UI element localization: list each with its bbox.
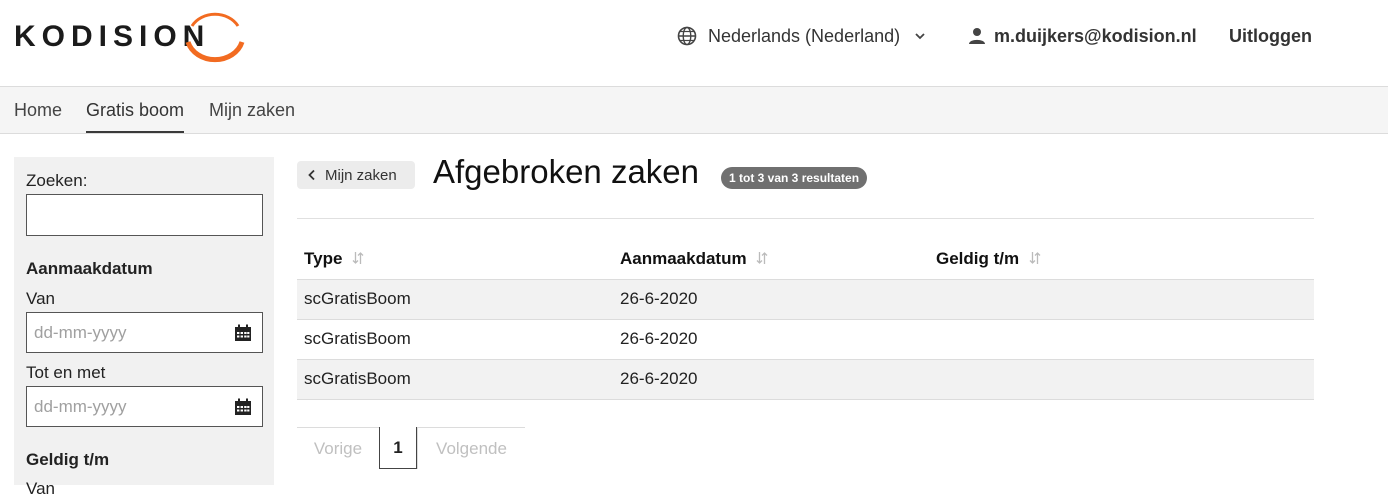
cell-created-date: 26-6-2020 bbox=[613, 279, 929, 320]
column-header-created-date[interactable]: Aanmaakdatum bbox=[613, 239, 929, 280]
cell-created-date: 26-6-2020 bbox=[613, 319, 929, 360]
cell-created-date: 26-6-2020 bbox=[613, 359, 929, 400]
column-header-label: Aanmaakdatum bbox=[620, 248, 747, 268]
language-label: Nederlands (Nederland) bbox=[708, 25, 901, 46]
logout-link[interactable]: Uitloggen bbox=[1229, 22, 1312, 50]
kodision-logo[interactable]: KODISION bbox=[14, 4, 254, 66]
table-header-row: Type Aanmaakdatum Geldig t/m bbox=[297, 239, 1314, 280]
created-to-label: Tot en met bbox=[26, 363, 106, 382]
cell-valid-until bbox=[929, 359, 1314, 400]
main-nav: Home Gratis boom Mijn zaken bbox=[0, 86, 1388, 134]
back-to-my-cases-button[interactable]: Mijn zaken bbox=[297, 161, 415, 189]
valid-until-heading: Geldig t/m bbox=[26, 450, 110, 469]
nav-item-home[interactable]: Home bbox=[14, 87, 62, 133]
cell-valid-until bbox=[929, 279, 1314, 320]
logo-text: KODISION bbox=[14, 20, 211, 53]
page-title: Afgebroken zaken bbox=[433, 153, 700, 190]
logo-ring-icon bbox=[185, 12, 245, 63]
cell-valid-until bbox=[929, 319, 1314, 360]
sort-icon[interactable] bbox=[352, 251, 364, 265]
table-row[interactable]: scGratisBoom 26-6-2020 bbox=[297, 359, 1314, 400]
cell-type: scGratisBoom bbox=[297, 279, 613, 320]
column-header-label: Type bbox=[304, 248, 343, 268]
next-page-button[interactable]: Volgende bbox=[417, 427, 525, 469]
created-from-label: Van bbox=[26, 289, 55, 308]
user-email: m.duijkers@kodision.nl bbox=[994, 25, 1197, 46]
back-button-label: Mijn zaken bbox=[325, 166, 397, 184]
chevron-left-icon bbox=[308, 169, 315, 181]
title-divider bbox=[297, 218, 1314, 219]
results-table: Type Aanmaakdatum Geldig t/m scGratisBoo… bbox=[297, 239, 1314, 400]
valid-from-label: Van bbox=[26, 479, 55, 498]
created-from-date-input[interactable]: dd-mm-yyyy bbox=[26, 312, 263, 353]
user-icon bbox=[969, 28, 985, 44]
filter-sidebar: Zoeken: Aanmaakdatum Van dd-mm-yyyy Tot … bbox=[14, 157, 274, 498]
column-header-type[interactable]: Type bbox=[297, 239, 613, 280]
page-number-button[interactable]: 1 bbox=[379, 427, 417, 469]
language-selector[interactable]: Nederlands (Nederland) bbox=[677, 22, 926, 50]
table-row[interactable]: scGratisBoom 26-6-2020 bbox=[297, 279, 1314, 320]
column-header-label: Geldig t/m bbox=[936, 248, 1020, 268]
result-count-badge: 1 tot 3 van 3 resultaten bbox=[721, 167, 868, 189]
globe-icon bbox=[677, 26, 697, 46]
date-placeholder: dd-mm-yyyy bbox=[34, 323, 127, 342]
sort-icon[interactable] bbox=[1029, 251, 1041, 265]
user-account[interactable]: m.duijkers@kodision.nl bbox=[968, 22, 1197, 50]
search-label: Zoeken: bbox=[26, 171, 88, 190]
created-to-date-input[interactable]: dd-mm-yyyy bbox=[26, 386, 263, 427]
search-input[interactable] bbox=[26, 194, 263, 236]
nav-item-mijn-zaken[interactable]: Mijn zaken bbox=[209, 87, 295, 133]
top-header: KODISION Nederlands (Nederland) m.duijke… bbox=[0, 0, 1388, 86]
column-header-valid-until[interactable]: Geldig t/m bbox=[929, 239, 1314, 280]
chevron-down-icon bbox=[915, 33, 925, 40]
created-date-heading: Aanmaakdatum bbox=[26, 259, 153, 278]
date-placeholder: dd-mm-yyyy bbox=[34, 397, 127, 416]
cell-type: scGratisBoom bbox=[297, 319, 613, 360]
sort-icon[interactable] bbox=[756, 251, 768, 265]
previous-page-button[interactable]: Vorige bbox=[297, 427, 379, 469]
calendar-icon[interactable] bbox=[234, 324, 252, 342]
calendar-icon[interactable] bbox=[234, 398, 252, 416]
cell-type: scGratisBoom bbox=[297, 359, 613, 400]
nav-item-gratis-boom[interactable]: Gratis boom bbox=[86, 87, 185, 133]
table-row[interactable]: scGratisBoom 26-6-2020 bbox=[297, 319, 1314, 360]
